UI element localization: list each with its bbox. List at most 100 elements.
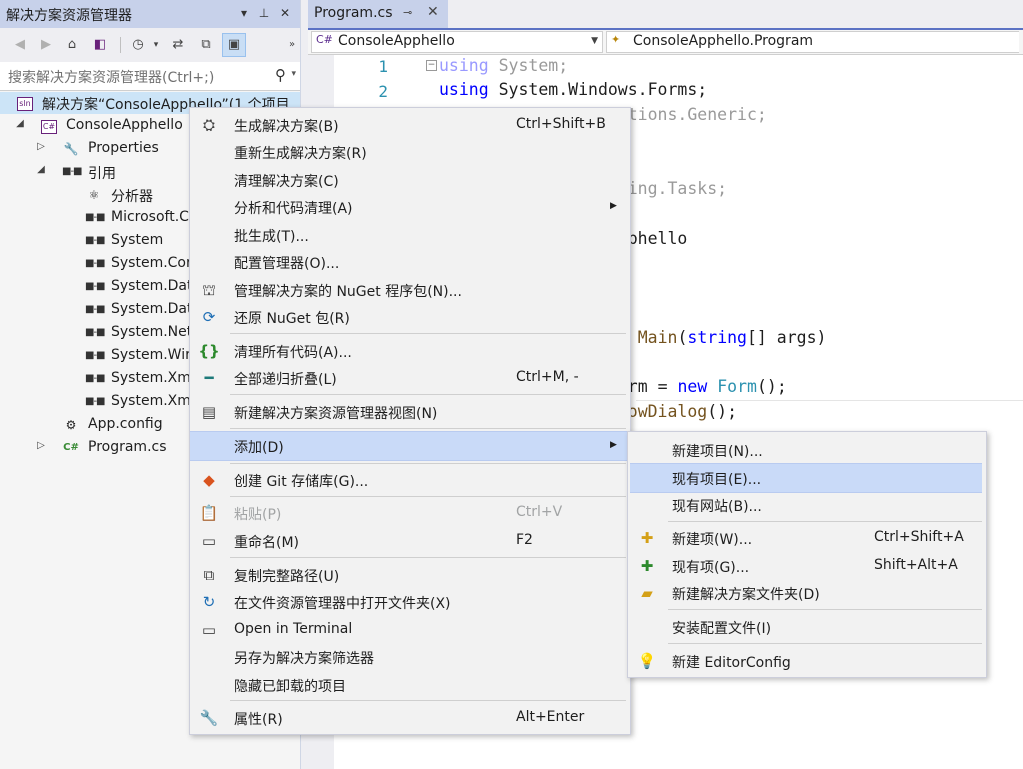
menu-item-hide-unloaded[interactable]: 隐藏已卸载的项目 bbox=[190, 671, 630, 699]
search-icon[interactable]: ⚲ bbox=[275, 66, 286, 84]
tree-item-label: System.Wir bbox=[111, 347, 191, 363]
menu-item-new-explorer-view[interactable]: ▤ 新建解决方案资源管理器视图(N) bbox=[190, 398, 630, 426]
sync-with-document-icon[interactable]: ⇄ bbox=[168, 35, 188, 55]
menu-item-rebuild-solution[interactable]: 重新生成解决方案(R) bbox=[190, 138, 630, 166]
menu-item-label: 现有项(G)... bbox=[672, 560, 750, 576]
menu-item-clean-all-code[interactable]: {} 清理所有代码(A)... bbox=[190, 337, 630, 365]
project-dropdown[interactable]: C# ConsoleApphello ▼ bbox=[311, 31, 603, 53]
menu-item-collapse-all[interactable]: ━ 全部递归折叠(L) Ctrl+M, - bbox=[190, 364, 630, 392]
menu-item-rename[interactable]: ▭ 重命名(M) F2 bbox=[190, 527, 630, 555]
tree-item-label: Properties bbox=[88, 140, 159, 156]
open-folder-arrow-icon: ↻ bbox=[202, 593, 216, 611]
menu-item-label: 管理解决方案的 NuGet 程序包(N)... bbox=[234, 284, 462, 300]
show-all-files-icon[interactable]: ▣ bbox=[222, 33, 246, 57]
search-input[interactable]: 搜索解决方案资源管理器(Ctrl+;) bbox=[8, 67, 214, 87]
menu-item-manage-nuget[interactable]: ⛫ 管理解决方案的 NuGet 程序包(N)... bbox=[190, 276, 630, 304]
menu-item-shortcut: Ctrl+Shift+A bbox=[874, 529, 964, 545]
menu-item-batch-build[interactable]: 批生成(T)... bbox=[190, 221, 630, 249]
reference-icon: ■-■ bbox=[85, 373, 106, 384]
pin-icon[interactable]: ⊥ bbox=[256, 4, 272, 22]
pin-tab-icon[interactable]: ⊸ bbox=[403, 6, 412, 19]
menu-item-label: 在文件资源管理器中打开文件夹(X) bbox=[234, 596, 451, 612]
csharp-project-icon: C# bbox=[41, 120, 57, 134]
menu-item-create-git-repo[interactable]: ◆ 创建 Git 存储库(G)... bbox=[190, 466, 630, 494]
menu-item-clean-solution[interactable]: 清理解决方案(C) bbox=[190, 166, 630, 194]
submenu-item-new-solution-folder[interactable]: ▰ 新建解决方案文件夹(D) bbox=[628, 579, 986, 607]
collapse-all-icon[interactable]: ⧉ bbox=[196, 35, 216, 55]
reference-icon: ■-■ bbox=[85, 327, 106, 338]
project-dropdown-value: ConsoleApphello bbox=[338, 33, 455, 49]
solution-explorer-search[interactable]: 搜索解决方案资源管理器(Ctrl+;) ⚲ ▾ bbox=[0, 62, 300, 91]
menu-item-label: 现有项目(E)... bbox=[672, 472, 762, 488]
menu-item-label: 添加(D) bbox=[234, 440, 284, 456]
paste-icon: 📋 bbox=[199, 504, 219, 522]
type-dropdown-value: ConsoleApphello.Program bbox=[633, 33, 814, 49]
reference-icon: ■-■ bbox=[85, 350, 106, 361]
submenu-item-new-item[interactable]: ✚ 新建项(W)... Ctrl+Shift+A bbox=[628, 524, 986, 552]
csharp-file-icon: C# bbox=[63, 442, 79, 453]
reference-icon: ■-■ bbox=[85, 235, 106, 246]
filter-dropdown-icon[interactable]: ▾ bbox=[146, 35, 166, 55]
line-number: 1 bbox=[378, 57, 388, 76]
menu-separator bbox=[668, 609, 982, 610]
forward-icon[interactable]: ▶ bbox=[36, 35, 56, 55]
search-options-icon[interactable]: ▾ bbox=[291, 69, 296, 79]
menu-item-analyze-cleanup[interactable]: 分析和代码清理(A) ▶ bbox=[190, 193, 630, 221]
collapsed-arrow-icon[interactable]: ▷ bbox=[35, 141, 47, 152]
menu-item-open-in-terminal[interactable]: ▭ Open in Terminal bbox=[190, 616, 630, 644]
menu-item-build-solution[interactable]: ⛭ 生成解决方案(B) Ctrl+Shift+B bbox=[190, 111, 630, 139]
menu-separator bbox=[230, 463, 626, 464]
code-line: using System; bbox=[439, 56, 569, 75]
menu-item-properties[interactable]: 🔧 属性(R) Alt+Enter bbox=[190, 704, 630, 732]
collapsed-arrow-icon[interactable]: ▷ bbox=[35, 440, 47, 451]
menu-item-label: 复制完整路径(U) bbox=[234, 569, 340, 585]
copy-icon: ⧉ bbox=[203, 566, 215, 584]
menu-item-label: 另存为解决方案筛选器 bbox=[234, 651, 374, 667]
tab-program-cs[interactable]: Program.cs ⊸ ✕ bbox=[308, 0, 448, 28]
menu-item-label: 新建 EditorConfig bbox=[672, 655, 791, 671]
type-dropdown[interactable]: ✦ ConsoleApphello.Program bbox=[606, 31, 1019, 53]
switch-views-icon[interactable]: ◧ bbox=[90, 35, 110, 55]
solution-explorer-title: 解决方案资源管理器 bbox=[6, 8, 132, 24]
menu-separator bbox=[230, 333, 626, 334]
menu-item-save-as-filter[interactable]: 另存为解决方案筛选器 bbox=[190, 643, 630, 671]
panel-options-icon[interactable]: ▾ bbox=[236, 4, 252, 22]
solution-explorer-titlebar: 解决方案资源管理器 ▾ ⊥ ✕ bbox=[0, 0, 300, 28]
reference-icon: ■-■ bbox=[85, 304, 106, 315]
fold-collapse-icon[interactable]: − bbox=[426, 60, 437, 71]
menu-item-open-in-explorer[interactable]: ↻ 在文件资源管理器中打开文件夹(X) bbox=[190, 588, 630, 616]
menu-item-paste[interactable]: 📋 粘贴(P) Ctrl+V bbox=[190, 499, 630, 527]
menu-separator bbox=[230, 700, 626, 701]
menu-item-shortcut: Ctrl+M, - bbox=[516, 369, 579, 385]
menu-item-add[interactable]: 添加(D) ▶ bbox=[190, 431, 630, 461]
new-view-icon: ▤ bbox=[201, 403, 217, 421]
back-icon[interactable]: ◀ bbox=[10, 35, 30, 55]
new-folder-icon: ▰ bbox=[641, 584, 653, 602]
tree-item-label: App.config bbox=[88, 416, 163, 432]
code-cleanup-icon: {} bbox=[198, 342, 220, 360]
expanded-arrow-icon[interactable]: ◢ bbox=[35, 164, 47, 175]
menu-item-label: 重命名(M) bbox=[234, 535, 300, 551]
submenu-item-existing-project[interactable]: 现有项目(E)... bbox=[630, 463, 982, 493]
submenu-item-existing-item[interactable]: ✚ 现有项(G)... Shift+Alt+A bbox=[628, 552, 986, 580]
menu-separator bbox=[668, 643, 982, 644]
close-tab-icon[interactable]: ✕ bbox=[427, 4, 439, 20]
expanded-arrow-icon[interactable]: ◢ bbox=[14, 118, 26, 129]
pending-changes-filter-icon[interactable]: ◷ bbox=[128, 35, 148, 55]
menu-item-copy-full-path[interactable]: ⧉ 复制完整路径(U) bbox=[190, 561, 630, 589]
toolbar-overflow-icon[interactable]: » bbox=[282, 35, 302, 55]
menu-item-configuration-manager[interactable]: 配置管理器(O)... bbox=[190, 248, 630, 276]
current-line-indicator bbox=[636, 400, 1023, 401]
config-file-icon: ⚙ bbox=[65, 418, 77, 432]
submenu-item-existing-website[interactable]: 现有网站(B)... bbox=[628, 491, 986, 519]
submenu-item-new-editorconfig[interactable]: 💡 新建 EditorConfig bbox=[628, 647, 986, 675]
tree-item-label: 分析器 bbox=[111, 189, 153, 205]
submenu-item-new-project[interactable]: 新建项目(N)... bbox=[628, 436, 986, 464]
close-panel-icon[interactable]: ✕ bbox=[277, 4, 293, 22]
menu-item-label: 安装配置文件(I) bbox=[672, 621, 772, 637]
menu-item-restore-nuget[interactable]: ⟳ 还原 NuGet 包(R) bbox=[190, 303, 630, 331]
home-icon[interactable]: ⌂ bbox=[62, 35, 82, 55]
reference-icon: ■-■ bbox=[85, 258, 106, 269]
submenu-item-install-config[interactable]: 安装配置文件(I) bbox=[628, 613, 986, 641]
rename-icon: ▭ bbox=[201, 532, 217, 550]
